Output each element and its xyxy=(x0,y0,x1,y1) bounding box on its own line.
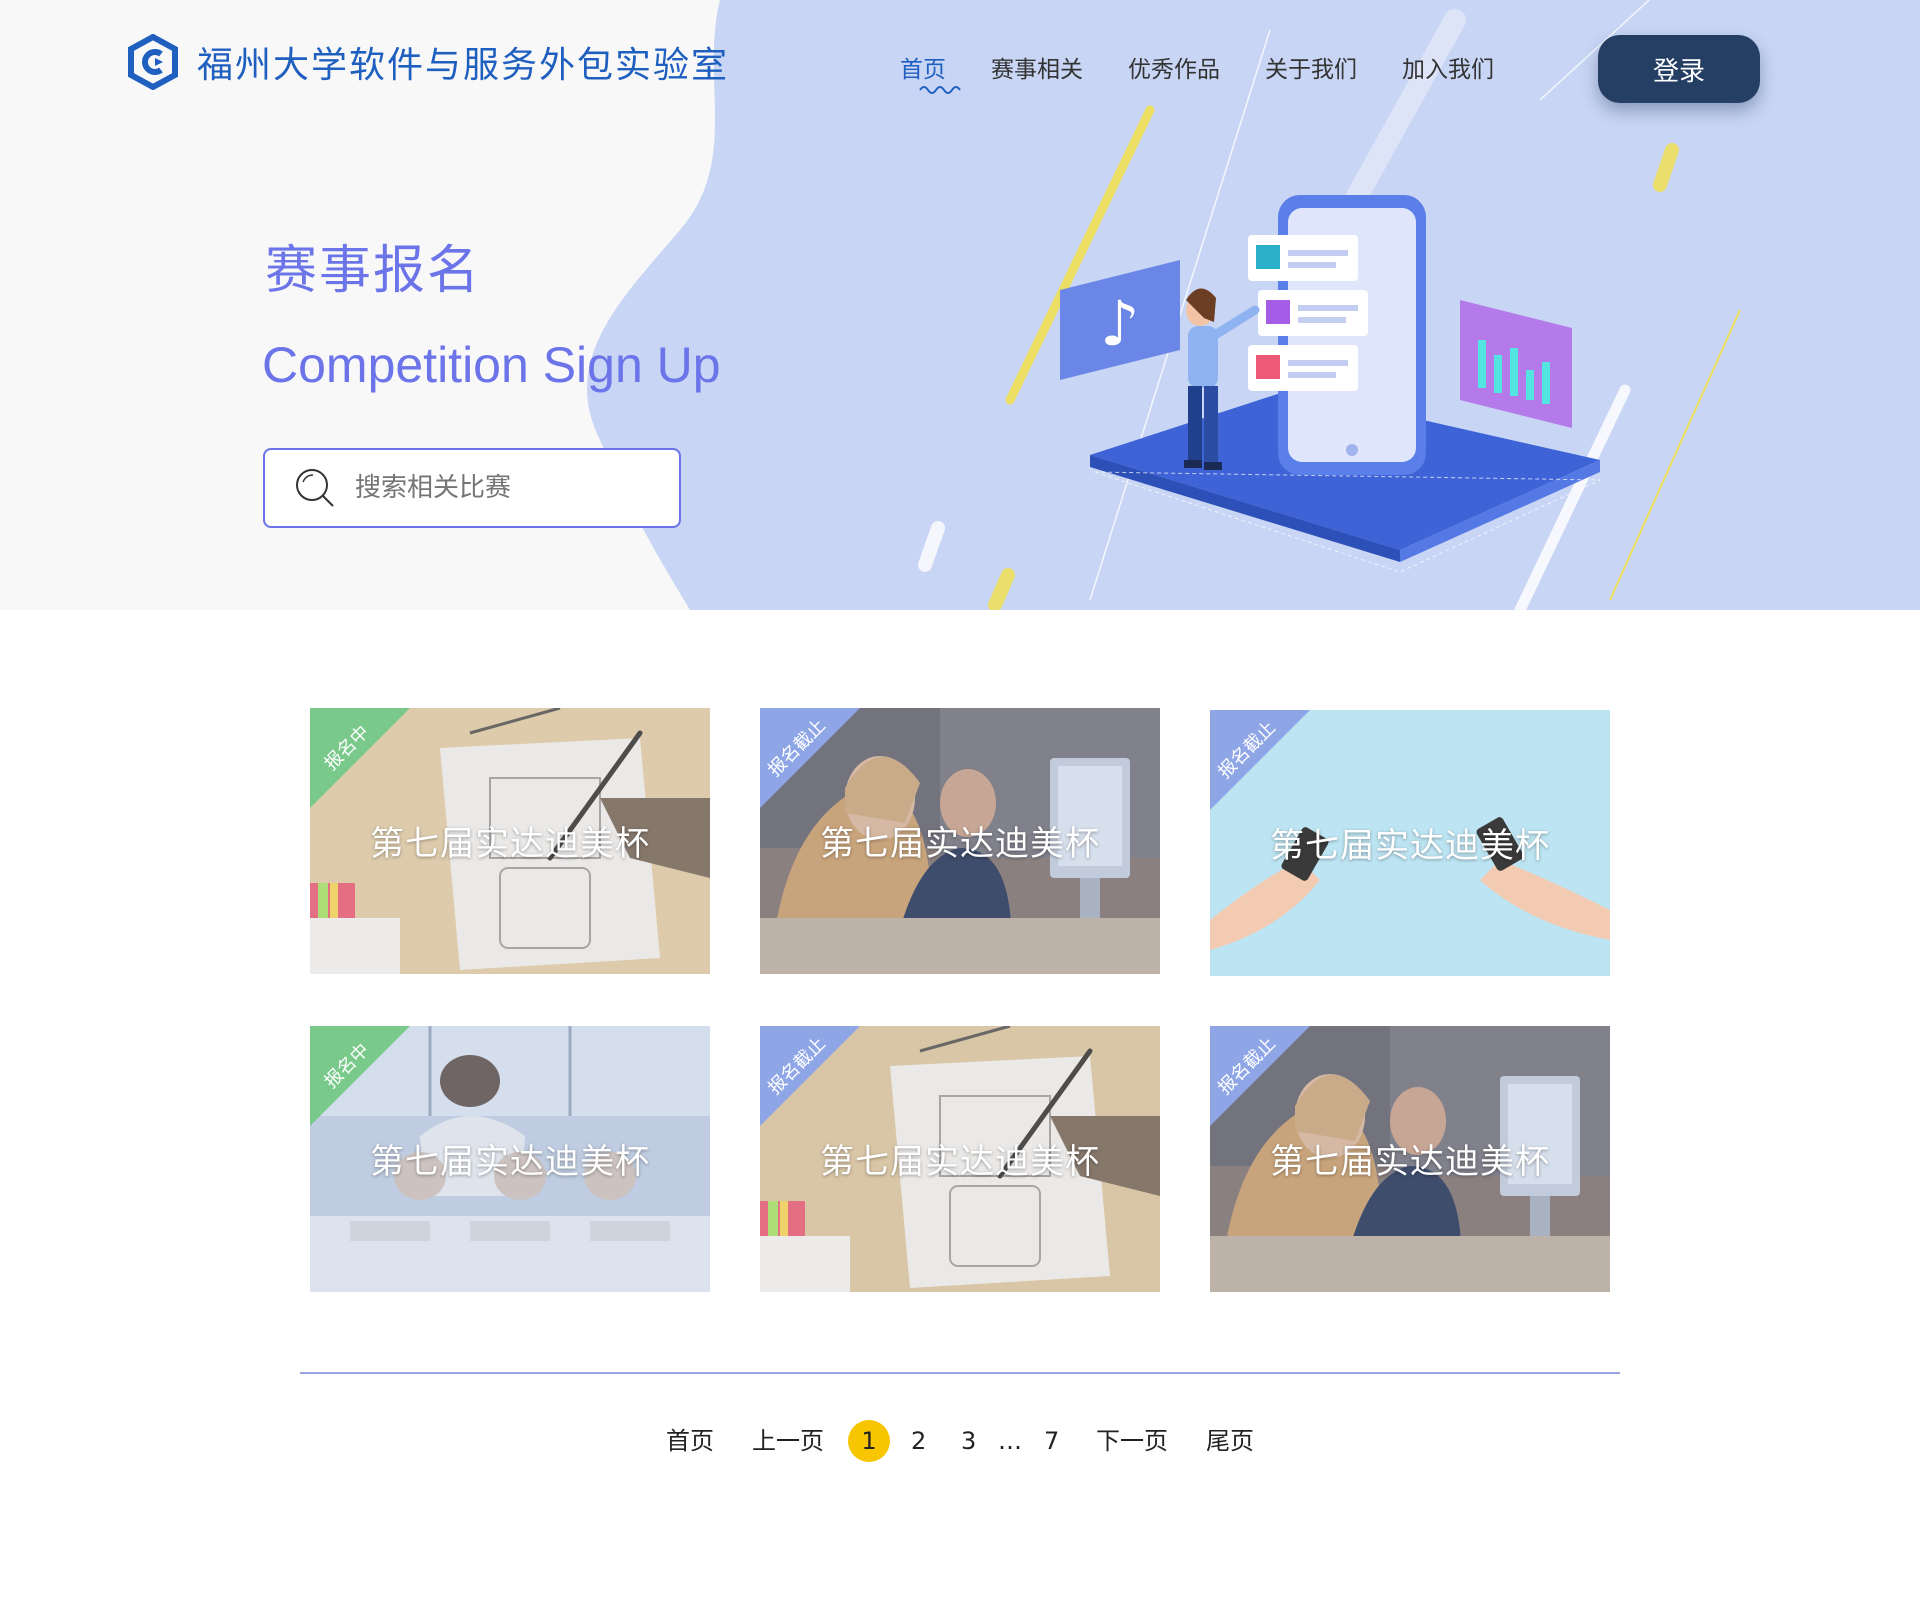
hero-title: 赛事报名 xyxy=(265,241,482,301)
login-button[interactable]: 登录 xyxy=(1598,35,1760,103)
hero-subtitle: Competition Sign Up xyxy=(262,337,721,393)
prev-page-link[interactable]: 上一页 xyxy=(752,1420,824,1462)
site-title: 福州大学软件与服务外包实验室 xyxy=(197,45,730,86)
page-2-link[interactable]: 2 xyxy=(911,1420,926,1462)
nav-works[interactable]: 优秀作品 xyxy=(1128,50,1220,84)
nav-home[interactable]: 首页 xyxy=(900,50,946,84)
competition-card[interactable]: 报名截止 第七届实达迪美杯 xyxy=(1210,710,1610,976)
hexagon-logo-icon xyxy=(128,34,178,90)
nav-about[interactable]: 关于我们 xyxy=(1265,50,1357,84)
active-nav-underline xyxy=(919,86,961,94)
next-page-link[interactable]: 下一页 xyxy=(1096,1420,1168,1462)
page-1-link[interactable]: 1 xyxy=(848,1420,890,1462)
svg-text:♪: ♪ xyxy=(1100,287,1140,360)
card-title: 第七届实达迪美杯 xyxy=(1270,826,1550,866)
last-page-link[interactable]: 尾页 xyxy=(1206,1420,1254,1462)
card-title: 第七届实达迪美杯 xyxy=(820,1142,1100,1182)
hero-phone-illustration: ♪ xyxy=(1060,195,1601,573)
competition-card[interactable]: 报名截止 第七届实达迪美杯 xyxy=(1210,1026,1610,1292)
main-nav: 首页 赛事相关 优秀作品 关于我们 加入我们 xyxy=(900,50,1539,84)
pagination-ellipsis: … xyxy=(998,1427,1022,1455)
competition-card[interactable]: 报名截止 第七届实达迪美杯 xyxy=(760,1026,1160,1292)
pagination: 首页 上一页 1 2 3 … 7 下一页 尾页 xyxy=(0,1420,1920,1462)
competition-search[interactable] xyxy=(263,448,681,528)
search-icon[interactable] xyxy=(293,466,337,510)
content-divider xyxy=(300,1372,1620,1374)
page-3-link[interactable]: 3 xyxy=(961,1420,976,1462)
first-page-link[interactable]: 首页 xyxy=(666,1420,714,1462)
competition-card[interactable]: 报名中 第七届实达迪美杯 xyxy=(310,1026,710,1292)
competition-card[interactable]: 报名中 第七届实达迪美杯 xyxy=(310,708,710,974)
page-7-link[interactable]: 7 xyxy=(1044,1420,1059,1462)
site-logo[interactable]: 福州大学软件与服务外包实验室 xyxy=(125,34,729,90)
card-title: 第七届实达迪美杯 xyxy=(1270,1142,1550,1182)
competition-card[interactable]: 报名截止 第七届实达迪美杯 xyxy=(760,708,1160,974)
search-input[interactable] xyxy=(355,473,655,503)
nav-competitions[interactable]: 赛事相关 xyxy=(991,50,1083,84)
card-title: 第七届实达迪美杯 xyxy=(820,824,1100,864)
card-title: 第七届实达迪美杯 xyxy=(370,824,650,864)
nav-join[interactable]: 加入我们 xyxy=(1402,50,1494,84)
card-title: 第七届实达迪美杯 xyxy=(370,1142,650,1182)
